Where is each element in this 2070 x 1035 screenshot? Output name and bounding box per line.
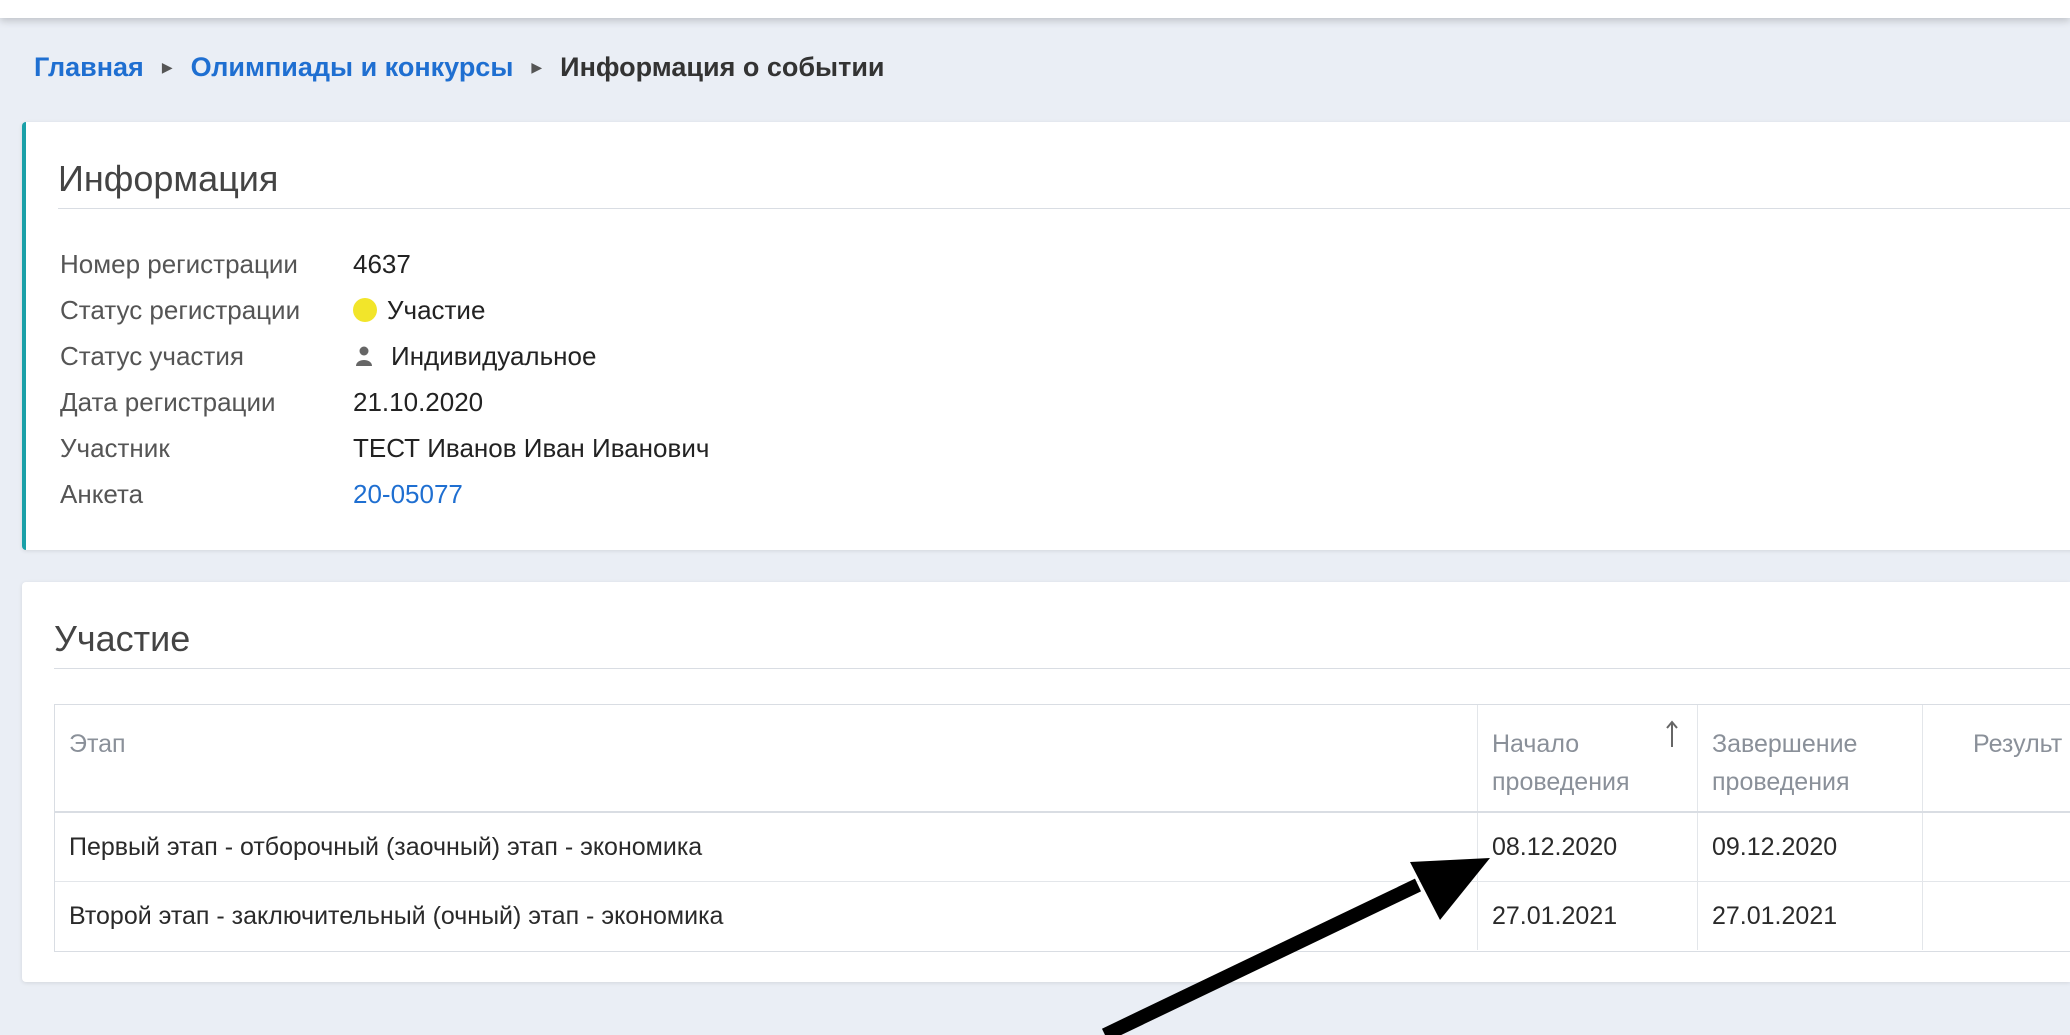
info-card-title: Информация <box>58 158 279 199</box>
table-row[interactable]: Второй этап - заключительный (очный) эта… <box>55 882 2070 950</box>
info-row-participation-status: Статус участия Индивидуальное <box>60 336 596 376</box>
column-header-end[interactable]: Завершение проведения <box>1698 705 1923 811</box>
cell-result <box>1923 882 2070 950</box>
triangle-right-icon: ▶ <box>531 59 543 75</box>
person-icon <box>356 346 372 366</box>
table-header: Этап Начало проведения Завершение провед… <box>55 705 2070 813</box>
form-link[interactable]: 20-05077 <box>353 479 463 510</box>
info-value: 4637 <box>353 248 411 279</box>
triangle-right-icon: ▶ <box>161 59 173 75</box>
cell-stage: Второй этап - заключительный (очный) эта… <box>55 882 1478 950</box>
info-value: ТЕСТ Иванов Иван Иванович <box>353 432 710 463</box>
info-label: Статус регистрации <box>60 294 301 325</box>
participation-card-title: Участие <box>54 618 191 659</box>
cell-end: 09.12.2020 <box>1698 813 1923 881</box>
column-header-start[interactable]: Начало проведения <box>1478 705 1698 811</box>
info-value-wrap: 20-05077 <box>353 479 463 510</box>
info-row-participant: Участник ТЕСТ Иванов Иван Иванович <box>60 428 709 468</box>
info-value: Индивидуальное <box>391 340 597 371</box>
cell-start: 08.12.2020 <box>1478 813 1698 881</box>
column-header-stage[interactable]: Этап <box>55 705 1478 811</box>
cell-end: 27.01.2021 <box>1698 882 1923 950</box>
info-label: Анкета <box>60 478 144 509</box>
info-row-reg-status: Статус регистрации Участие <box>60 290 485 330</box>
breadcrumb: Главная ▶ Олимпиады и конкурсы ▶ Информа… <box>34 52 885 83</box>
info-title-divider <box>58 208 2070 209</box>
info-row-form: Анкета 20-05077 <box>60 474 463 514</box>
cell-start: 27.01.2021 <box>1478 882 1698 950</box>
top-bar <box>0 0 2070 18</box>
info-label: Статус участия <box>60 340 244 371</box>
cell-result <box>1923 813 2070 881</box>
sort-asc-icon[interactable] <box>1665 719 1679 749</box>
participation-table: Этап Начало проведения Завершение провед… <box>54 704 2070 952</box>
info-label: Номер регистрации <box>60 248 298 279</box>
status-dot-icon <box>353 298 377 322</box>
breadcrumb-olympiads-link[interactable]: Олимпиады и конкурсы <box>191 52 514 83</box>
info-row-reg-number: Номер регистрации 4637 <box>60 244 411 284</box>
info-value-wrap: Индивидуальное <box>353 341 596 372</box>
participation-title-divider <box>54 668 2070 669</box>
breadcrumb-home-link[interactable]: Главная <box>34 52 144 83</box>
info-label: Участник <box>60 432 170 463</box>
info-label: Дата регистрации <box>60 386 276 417</box>
info-value-wrap: Участие <box>353 295 485 326</box>
info-value: 21.10.2020 <box>353 386 484 417</box>
info-value: Участие <box>387 294 486 325</box>
table-row[interactable]: Первый этап - отборочный (заочный) этап … <box>55 813 2070 882</box>
info-row-reg-date: Дата регистрации 21.10.2020 <box>60 382 483 422</box>
breadcrumb-current: Информация о событии <box>560 52 885 82</box>
column-header-result[interactable]: Результ <box>1923 705 2070 811</box>
cell-stage: Первый этап - отборочный (заочный) этап … <box>55 813 1478 881</box>
